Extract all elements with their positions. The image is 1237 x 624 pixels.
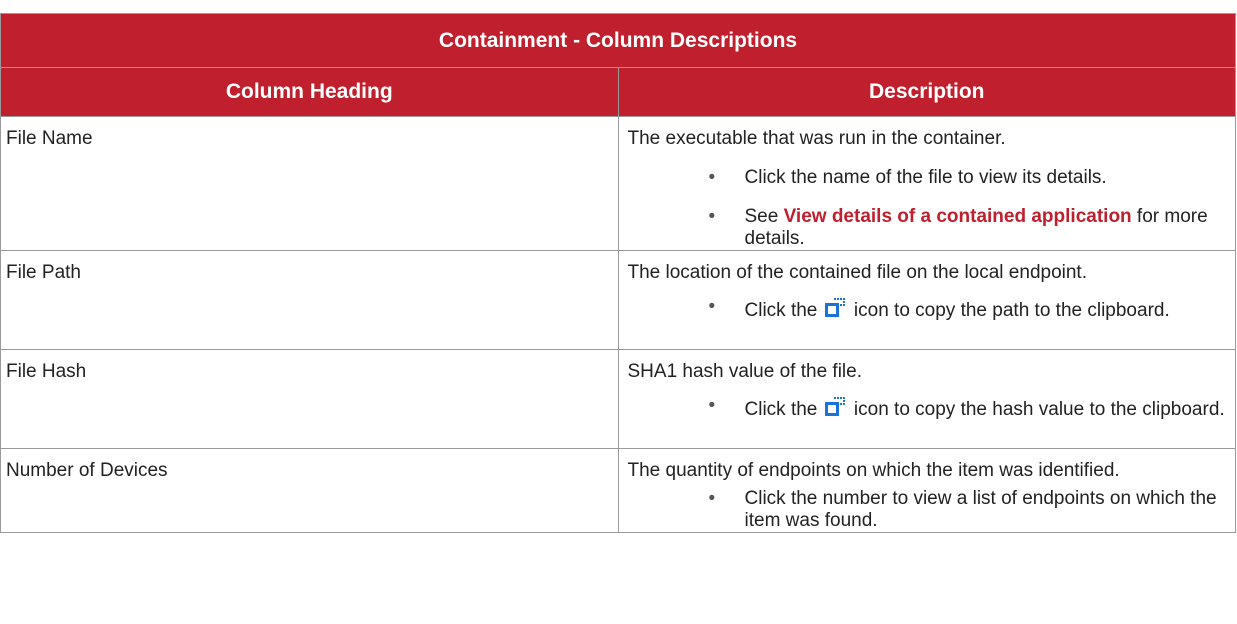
description-text: The quantity of endpoints on which the i… [627, 460, 1120, 481]
row-heading: File Hash [0, 349, 619, 449]
bullet: • [708, 488, 716, 509]
table-row: File Name The executable that was run in… [0, 116, 1236, 251]
table-row: File Hash SHA1 hash value of the file. •… [0, 349, 1236, 449]
description-text: The executable that was run in the conta… [627, 128, 1006, 149]
row-description: The location of the contained file on th… [617, 250, 1236, 350]
bullet-list: • Click the icon to copy the hash value … [628, 395, 1236, 421]
row-heading: File Path [0, 250, 619, 350]
bullet-text-pre: See [744, 206, 784, 227]
bullet: • [708, 206, 716, 227]
row-description: SHA1 hash value of the file. • Click the… [617, 349, 1236, 449]
column-heading-header: Column Heading [0, 67, 619, 117]
view-details-link[interactable]: View details of a contained application [784, 206, 1132, 227]
copy-icon[interactable] [824, 296, 847, 318]
list-item: • See View details of a contained applic… [628, 206, 1236, 250]
list-item: • Click the number to view a list of end… [628, 488, 1236, 532]
list-item: • Click the name of the file to view its… [628, 167, 1236, 189]
bullet-text: Click the number to view a list of endpo… [744, 488, 1217, 531]
list-item: • Click the icon to copy the hash value … [628, 395, 1236, 421]
bullet: • [708, 395, 716, 416]
row-heading: Number of Devices [0, 448, 619, 533]
copy-icon[interactable] [824, 395, 847, 417]
bullet: • [708, 296, 716, 317]
row-description: The quantity of endpoints on which the i… [617, 448, 1236, 533]
bullet-text-post: icon to copy the path to the clipboard. [848, 300, 1170, 321]
description-header: Description [617, 67, 1236, 117]
table-row: File Path The location of the contained … [0, 250, 1236, 350]
bullet-text-pre: Click the [744, 399, 823, 420]
description-text: The location of the contained file on th… [627, 262, 1088, 283]
column-descriptions-table: Containment - Column Descriptions Column… [0, 13, 1236, 533]
bullet-text-pre: Click the [744, 300, 823, 321]
list-item: • Click the icon to copy the path to the… [628, 296, 1236, 322]
bullet-text-post: icon to copy the hash value to the clipb… [848, 399, 1225, 420]
bullet-list: • Click the icon to copy the path to the… [628, 296, 1236, 322]
table-header-row: Column Heading Description [0, 67, 1236, 117]
row-description: The executable that was run in the conta… [617, 116, 1236, 251]
bullet-list: • Click the name of the file to view its… [628, 167, 1236, 250]
description-text: SHA1 hash value of the file. [627, 361, 862, 382]
bullet-list: • Click the number to view a list of end… [628, 488, 1236, 532]
table-title-row: Containment - Column Descriptions [0, 13, 1236, 68]
bullet-text: Click the name of the file to view its d… [744, 167, 1107, 188]
table-title: Containment - Column Descriptions [0, 13, 1236, 68]
row-heading: File Name [0, 116, 619, 251]
table-row: Number of Devices The quantity of endpoi… [0, 448, 1236, 533]
bullet: • [708, 167, 716, 188]
